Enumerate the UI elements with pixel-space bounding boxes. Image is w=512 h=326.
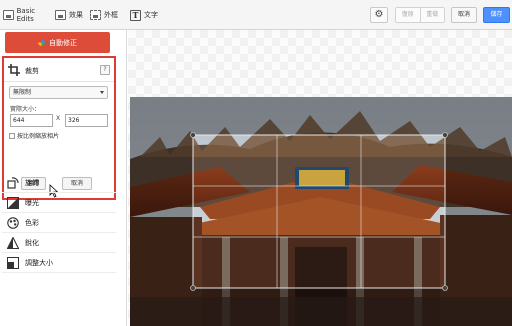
help-button[interactable]: ? [100, 65, 110, 75]
scale-proportion-label: 按比例縮放相片 [17, 133, 60, 140]
tool-sharpen[interactable]: 銳化 [2, 233, 116, 253]
aspect-ratio-value: 無限制 [13, 89, 32, 96]
tool-color-label: 色彩 [25, 218, 39, 227]
settings-button[interactable]: ⚙ [370, 7, 388, 23]
edit-sidebar: 自動修正 裁剪 ? 無限制 實際大小： 644 X 326 按比例縮放相片 套用… [0, 30, 127, 326]
tab-text-label: 文字 [144, 11, 158, 19]
actual-size-label: 實際大小： [10, 106, 41, 113]
tab-frames-label: 外框 [104, 11, 118, 19]
scale-proportion-option[interactable]: 按比例縮放相片 [9, 131, 59, 140]
tool-exposure[interactable]: 曝光 [2, 193, 116, 213]
tool-resize[interactable]: 調整大小 [2, 253, 116, 273]
tool-rotate[interactable]: 旋轉 [2, 173, 116, 193]
resize-icon [6, 256, 20, 270]
tool-sharpen-label: 銳化 [25, 238, 39, 247]
tab-text[interactable]: T 文字 [130, 7, 158, 23]
crop-header[interactable]: 裁剪 ? [4, 58, 114, 82]
scale-proportion-checkbox[interactable] [9, 132, 15, 139]
autofix-icon [38, 39, 45, 46]
size-separator: X [56, 115, 61, 122]
top-toolbar: Basic Edits 效果 外框 T 文字 ⚙ 復原 重做 取消 儲存 [0, 0, 512, 30]
undo-button[interactable]: 復原 [396, 8, 421, 22]
sharpen-icon [6, 236, 20, 250]
save-button[interactable]: 儲存 [483, 7, 510, 23]
tab-basic-edits-label: Basic Edits [16, 7, 36, 23]
text-icon: T [130, 9, 141, 21]
frame-icon [90, 10, 101, 20]
tab-effects[interactable]: 效果 [55, 7, 83, 23]
tab-frames[interactable]: 外框 [90, 7, 118, 23]
undo-redo-group: 復原 重做 [395, 7, 445, 23]
temple-photo [130, 97, 512, 326]
gear-icon: ⚙ [374, 9, 384, 20]
crop-icon [8, 64, 20, 76]
tab-effects-label: 效果 [69, 11, 83, 19]
autofix-button[interactable]: 自動修正 [5, 32, 110, 53]
autofix-label: 自動修正 [49, 38, 77, 47]
tab-basic-edits[interactable]: Basic Edits [3, 7, 53, 23]
cancel-button[interactable]: 取消 [451, 7, 477, 23]
aspect-ratio-select[interactable]: 無限制 [9, 86, 108, 99]
color-palette-icon [6, 216, 20, 230]
photo-icon [3, 10, 14, 20]
width-input[interactable]: 644 [10, 114, 53, 127]
crop-title: 裁剪 [25, 67, 39, 75]
height-input[interactable]: 326 [65, 114, 108, 127]
exposure-icon [6, 196, 20, 210]
tool-resize-label: 調整大小 [25, 258, 53, 267]
tool-rotate-label: 旋轉 [25, 178, 39, 187]
chevron-down-icon [100, 91, 104, 94]
effects-icon [55, 10, 66, 20]
tool-color[interactable]: 色彩 [2, 213, 116, 233]
rotate-icon [6, 176, 20, 190]
redo-button[interactable]: 重做 [421, 8, 445, 22]
tool-exposure-label: 曝光 [25, 198, 39, 207]
